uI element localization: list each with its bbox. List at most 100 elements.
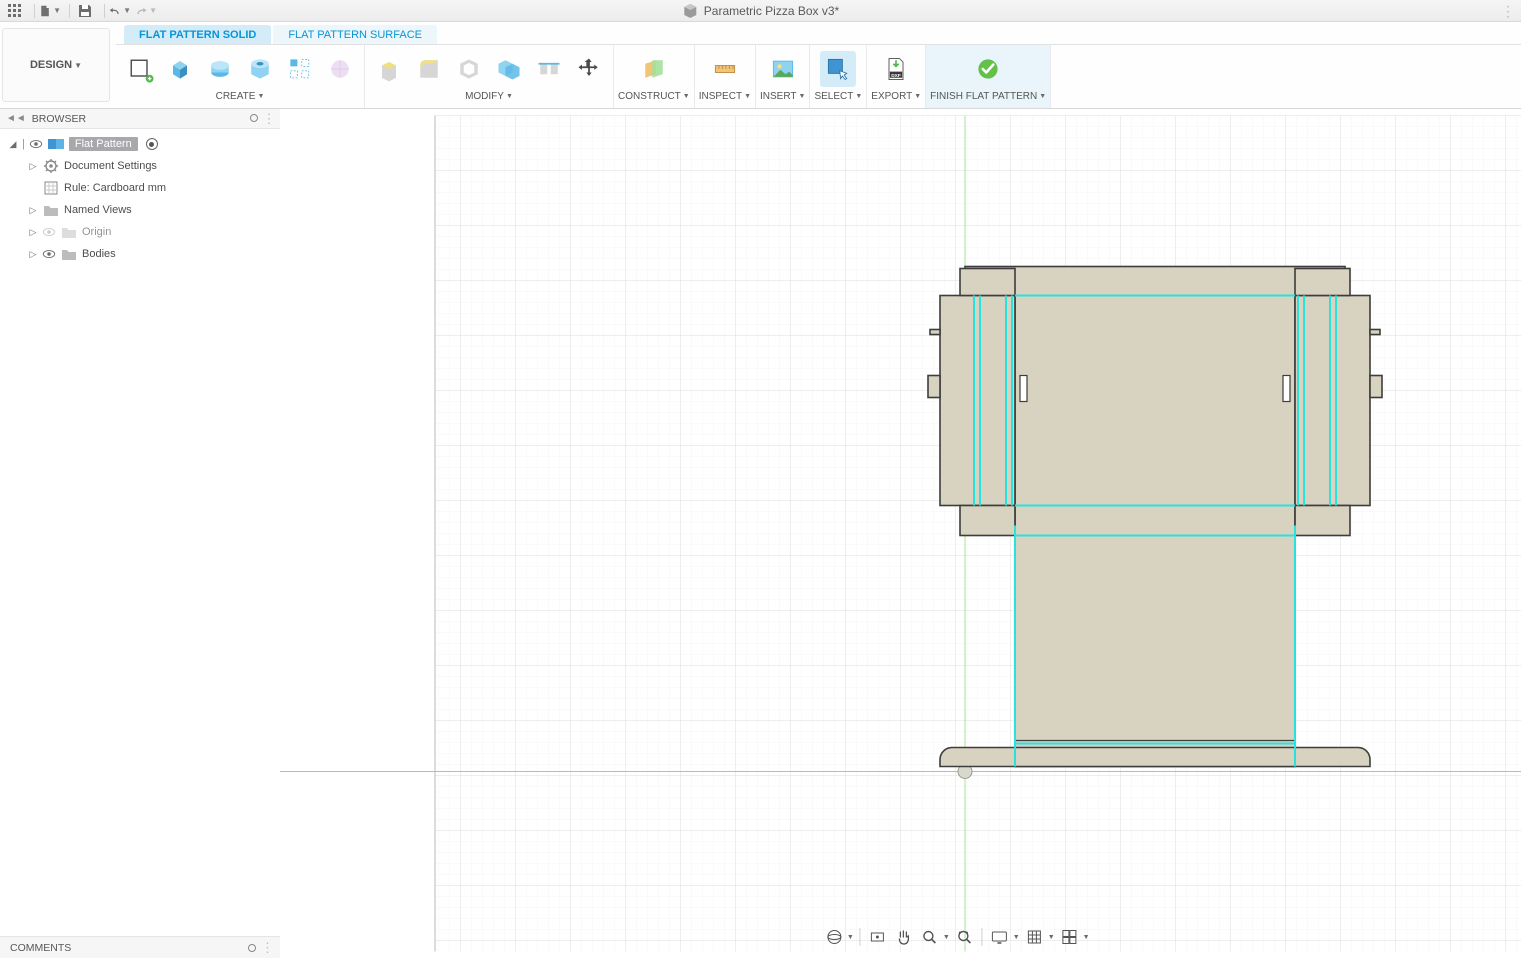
main-area: ◄◄ BROWSER ⋮ ◢ | Flat Pattern ▷ Document…	[0, 108, 1521, 958]
revolve-icon[interactable]	[202, 51, 238, 87]
panel-grip-icon[interactable]: ⋮	[1501, 3, 1517, 19]
tree-named-views[interactable]: ▷ Named Views	[4, 199, 276, 221]
create-label: CREATE	[216, 91, 256, 102]
caret-down-icon[interactable]: ▼	[257, 93, 264, 100]
tree-origin[interactable]: ▷ Origin	[4, 221, 276, 243]
construct-label: CONSTRUCT	[618, 91, 681, 102]
folder-icon	[42, 202, 60, 218]
orbit-icon[interactable]	[823, 926, 845, 948]
ribbon-tabs: FLAT PATTERN SOLID FLAT PATTERN SURFACE	[116, 22, 1521, 44]
extrude-icon[interactable]	[162, 51, 198, 87]
caret-down-icon[interactable]: ▼	[683, 93, 690, 100]
workspace-switcher[interactable]: DESIGN ▼	[2, 28, 110, 102]
active-radio-icon[interactable]	[146, 138, 158, 150]
caret-down-icon[interactable]: ▼	[1083, 934, 1090, 941]
tree-bodies[interactable]: ▷ Bodies	[4, 243, 276, 265]
expand-arrow-icon[interactable]: ▷	[28, 249, 38, 260]
press-pull-icon[interactable]	[371, 51, 407, 87]
plane-icon[interactable]	[636, 51, 672, 87]
viewport-layout-icon[interactable]	[1059, 926, 1081, 948]
finish-flat-pattern-icon[interactable]	[970, 51, 1006, 87]
tree-document-settings[interactable]: ▷ Document Settings	[4, 155, 276, 177]
ribbon-body: FLAT PATTERN SOLID FLAT PATTERN SURFACE	[116, 22, 1521, 108]
shell-icon[interactable]	[451, 51, 487, 87]
apps-grid-icon[interactable]	[4, 1, 26, 21]
gear-icon	[42, 158, 60, 174]
expand-arrow-icon[interactable]: ▷	[28, 161, 38, 172]
group-insert: INSERT▼	[756, 45, 810, 108]
collapse-icon[interactable]: ◄◄	[6, 113, 26, 124]
browser-header[interactable]: ◄◄ BROWSER ⋮	[0, 109, 280, 129]
caret-down-icon[interactable]: ▼	[1039, 93, 1046, 100]
caret-down-icon[interactable]: ▼	[1048, 934, 1055, 941]
panel-grip-icon[interactable]: ⋮	[262, 111, 276, 127]
quick-access-bar: ▼ ▼ ▼ Parametric Pizza Box v3* ⋮	[0, 0, 1521, 22]
caret-down-icon: ▼	[53, 6, 61, 15]
align-icon[interactable]	[531, 51, 567, 87]
expand-arrow-icon[interactable]: ▷	[28, 227, 38, 238]
modify-label: MODIFY	[465, 91, 504, 102]
grid-settings-icon[interactable]	[1024, 926, 1046, 948]
fit-icon[interactable]	[954, 926, 976, 948]
zoom-icon[interactable]	[919, 926, 941, 948]
tab-flat-pattern-solid[interactable]: FLAT PATTERN SOLID	[124, 25, 271, 44]
tree-item-label: Bodies	[82, 248, 116, 260]
options-dot-icon[interactable]	[250, 114, 258, 122]
select-icon[interactable]	[820, 51, 856, 87]
save-icon[interactable]	[74, 1, 96, 21]
redo-icon[interactable]: ▼	[135, 1, 157, 21]
visibility-icon[interactable]	[42, 247, 56, 261]
form-icon[interactable]	[322, 51, 358, 87]
create-sketch-icon[interactable]	[122, 51, 158, 87]
caret-down-icon[interactable]: ▼	[943, 934, 950, 941]
options-dot-icon[interactable]	[248, 944, 256, 952]
look-at-icon[interactable]	[867, 926, 889, 948]
visibility-icon[interactable]	[29, 137, 43, 151]
caret-down-icon[interactable]: ▼	[914, 93, 921, 100]
pattern-icon[interactable]	[282, 51, 318, 87]
export-dxf-icon[interactable]: DXF	[878, 51, 914, 87]
title-text: Parametric Pizza Box v3*	[704, 4, 839, 18]
expand-arrow-icon[interactable]: ◢	[8, 139, 18, 150]
tree-rule[interactable]: Rule: Cardboard mm	[4, 177, 276, 199]
caret-down-icon[interactable]: ▼	[799, 93, 806, 100]
caret-down-icon[interactable]: ▼	[744, 93, 751, 100]
caret-down-icon[interactable]: ▼	[506, 93, 513, 100]
viewport-svg	[280, 109, 1521, 958]
group-construct: CONSTRUCT▼	[614, 45, 695, 108]
folder-icon	[60, 246, 78, 262]
caret-down-icon[interactable]: ▼	[855, 93, 862, 100]
fillet-icon[interactable]	[411, 51, 447, 87]
insert-image-icon[interactable]	[765, 51, 801, 87]
move-icon[interactable]	[571, 51, 607, 87]
browser-tree: ◢ | Flat Pattern ▷ Document Settings Rul…	[0, 129, 280, 936]
comments-header[interactable]: COMMENTS ⋮	[0, 936, 280, 958]
caret-down-icon: ▼	[74, 61, 82, 70]
visibility-off-icon[interactable]	[42, 225, 56, 239]
pan-icon[interactable]	[893, 926, 915, 948]
flat-pattern-icon	[47, 136, 65, 152]
expand-arrow-icon[interactable]: ▷	[28, 205, 38, 216]
select-label: SELECT	[814, 91, 853, 102]
tree-root[interactable]: ◢ | Flat Pattern	[4, 133, 276, 155]
divider: |	[22, 138, 25, 150]
tree-item-label: Named Views	[64, 204, 132, 216]
caret-down-icon: ▼	[123, 6, 131, 15]
panel-grip-icon[interactable]: ⋮	[261, 940, 274, 956]
hole-icon[interactable]	[242, 51, 278, 87]
tree-item-label: Document Settings	[64, 160, 157, 172]
document-title: Parametric Pizza Box v3*	[682, 3, 839, 19]
combine-icon[interactable]	[491, 51, 527, 87]
view-toolbar: ▼ ▼ ▼ ▼ ▼	[817, 924, 1096, 950]
caret-down-icon[interactable]: ▼	[1013, 934, 1020, 941]
undo-icon[interactable]: ▼	[109, 1, 131, 21]
display-settings-icon[interactable]	[989, 926, 1011, 948]
canvas[interactable]: ▼ ▼ ▼ ▼ ▼	[280, 109, 1521, 958]
new-file-icon[interactable]: ▼	[39, 1, 61, 21]
divider	[860, 928, 861, 946]
group-select: SELECT▼	[810, 45, 867, 108]
divider	[34, 4, 35, 18]
tab-flat-pattern-surface[interactable]: FLAT PATTERN SURFACE	[273, 25, 437, 44]
caret-down-icon[interactable]: ▼	[847, 934, 854, 941]
measure-icon[interactable]	[707, 51, 743, 87]
